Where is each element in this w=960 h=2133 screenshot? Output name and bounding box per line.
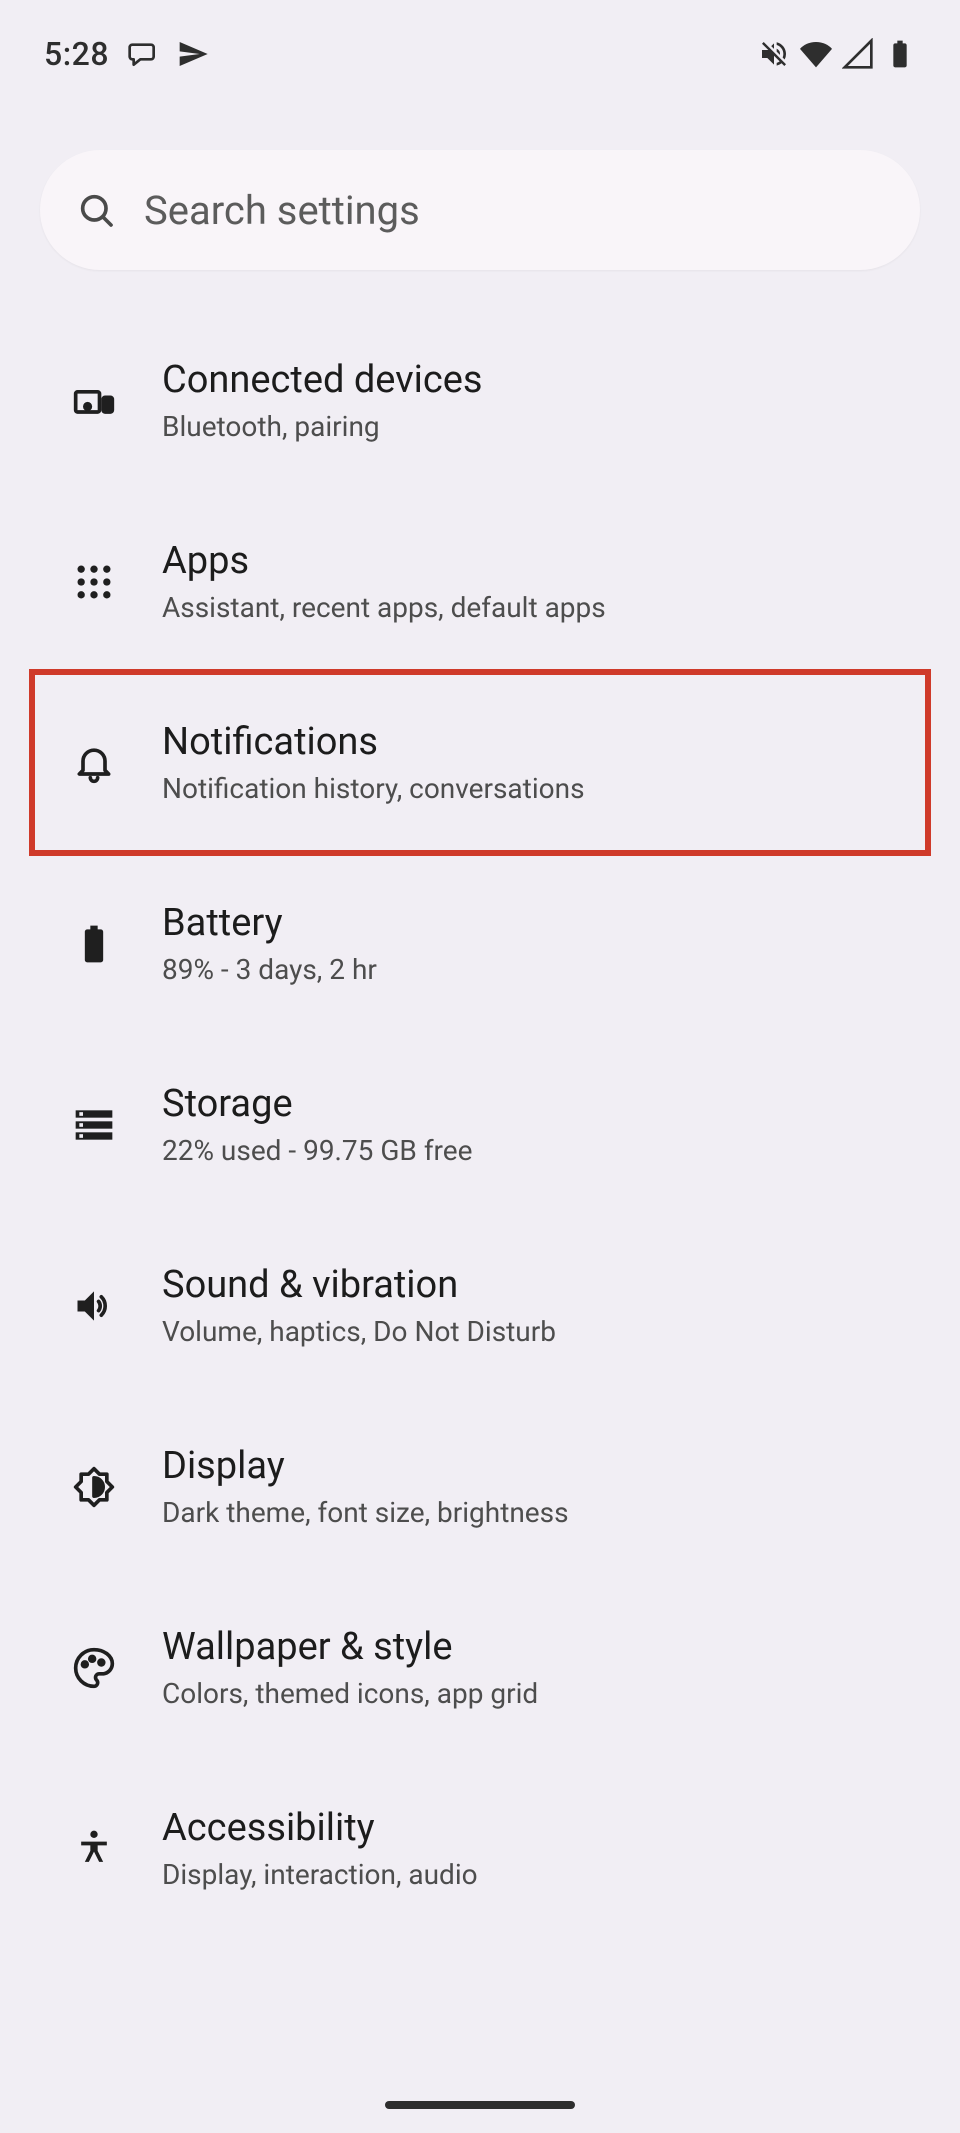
status-clock: 5:28 [44,35,109,73]
settings-item-connected-devices[interactable]: Connected devices Bluetooth, pairing [0,310,960,491]
settings-item-title: Apps [162,539,606,583]
chat-icon [127,38,159,70]
settings-item-title: Notifications [162,720,585,764]
settings-item-subtitle: 89% - 3 days, 2 hr [162,953,377,986]
settings-item-storage[interactable]: Storage 22% used - 99.75 GB free [0,1034,960,1215]
settings-item-subtitle: Dark theme, font size, brightness [162,1496,569,1529]
nav-bar-indicator[interactable] [385,2101,575,2109]
accessibility-icon [72,1827,116,1871]
devices-icon [72,379,116,423]
settings-item-title: Storage [162,1082,472,1126]
battery-icon [72,922,116,966]
settings-item-subtitle: Display, interaction, audio [162,1858,478,1891]
settings-item-sound[interactable]: Sound & vibration Volume, haptics, Do No… [0,1215,960,1396]
settings-item-title: Battery [162,901,377,945]
settings-item-display[interactable]: Display Dark theme, font size, brightnes… [0,1396,960,1577]
settings-item-title: Accessibility [162,1806,478,1850]
brightness-icon [72,1465,116,1509]
search-icon [76,190,116,230]
battery-icon [884,38,916,70]
settings-item-title: Wallpaper & style [162,1625,538,1669]
wifi-icon [800,38,832,70]
apps-grid-icon [72,560,116,604]
volume-off-icon [758,38,790,70]
status-bar: 5:28 [0,0,960,80]
settings-list: Connected devices Bluetooth, pairing App… [0,270,960,2133]
bell-icon [72,741,116,785]
settings-item-battery[interactable]: Battery 89% - 3 days, 2 hr [0,853,960,1034]
settings-item-subtitle: Notification history, conversations [162,772,585,805]
settings-item-apps[interactable]: Apps Assistant, recent apps, default app… [0,491,960,672]
storage-icon [72,1103,116,1147]
settings-item-title: Display [162,1444,569,1488]
palette-icon [72,1646,116,1690]
settings-item-wallpaper[interactable]: Wallpaper & style Colors, themed icons, … [0,1577,960,1758]
signal-icon [842,38,874,70]
send-icon [177,38,209,70]
settings-item-title: Sound & vibration [162,1263,556,1307]
speaker-icon [72,1284,116,1328]
settings-item-notifications[interactable]: Notifications Notification history, conv… [32,672,928,853]
settings-item-subtitle: Bluetooth, pairing [162,410,483,443]
settings-item-accessibility[interactable]: Accessibility Display, interaction, audi… [0,1758,960,1939]
settings-item-subtitle: Colors, themed icons, app grid [162,1677,538,1710]
settings-item-subtitle: Assistant, recent apps, default apps [162,591,606,624]
settings-item-subtitle: 22% used - 99.75 GB free [162,1134,472,1167]
settings-item-subtitle: Volume, haptics, Do Not Disturb [162,1315,556,1348]
search-settings[interactable]: Search settings [40,150,920,270]
search-placeholder: Search settings [144,187,420,234]
settings-item-title: Connected devices [162,358,483,402]
